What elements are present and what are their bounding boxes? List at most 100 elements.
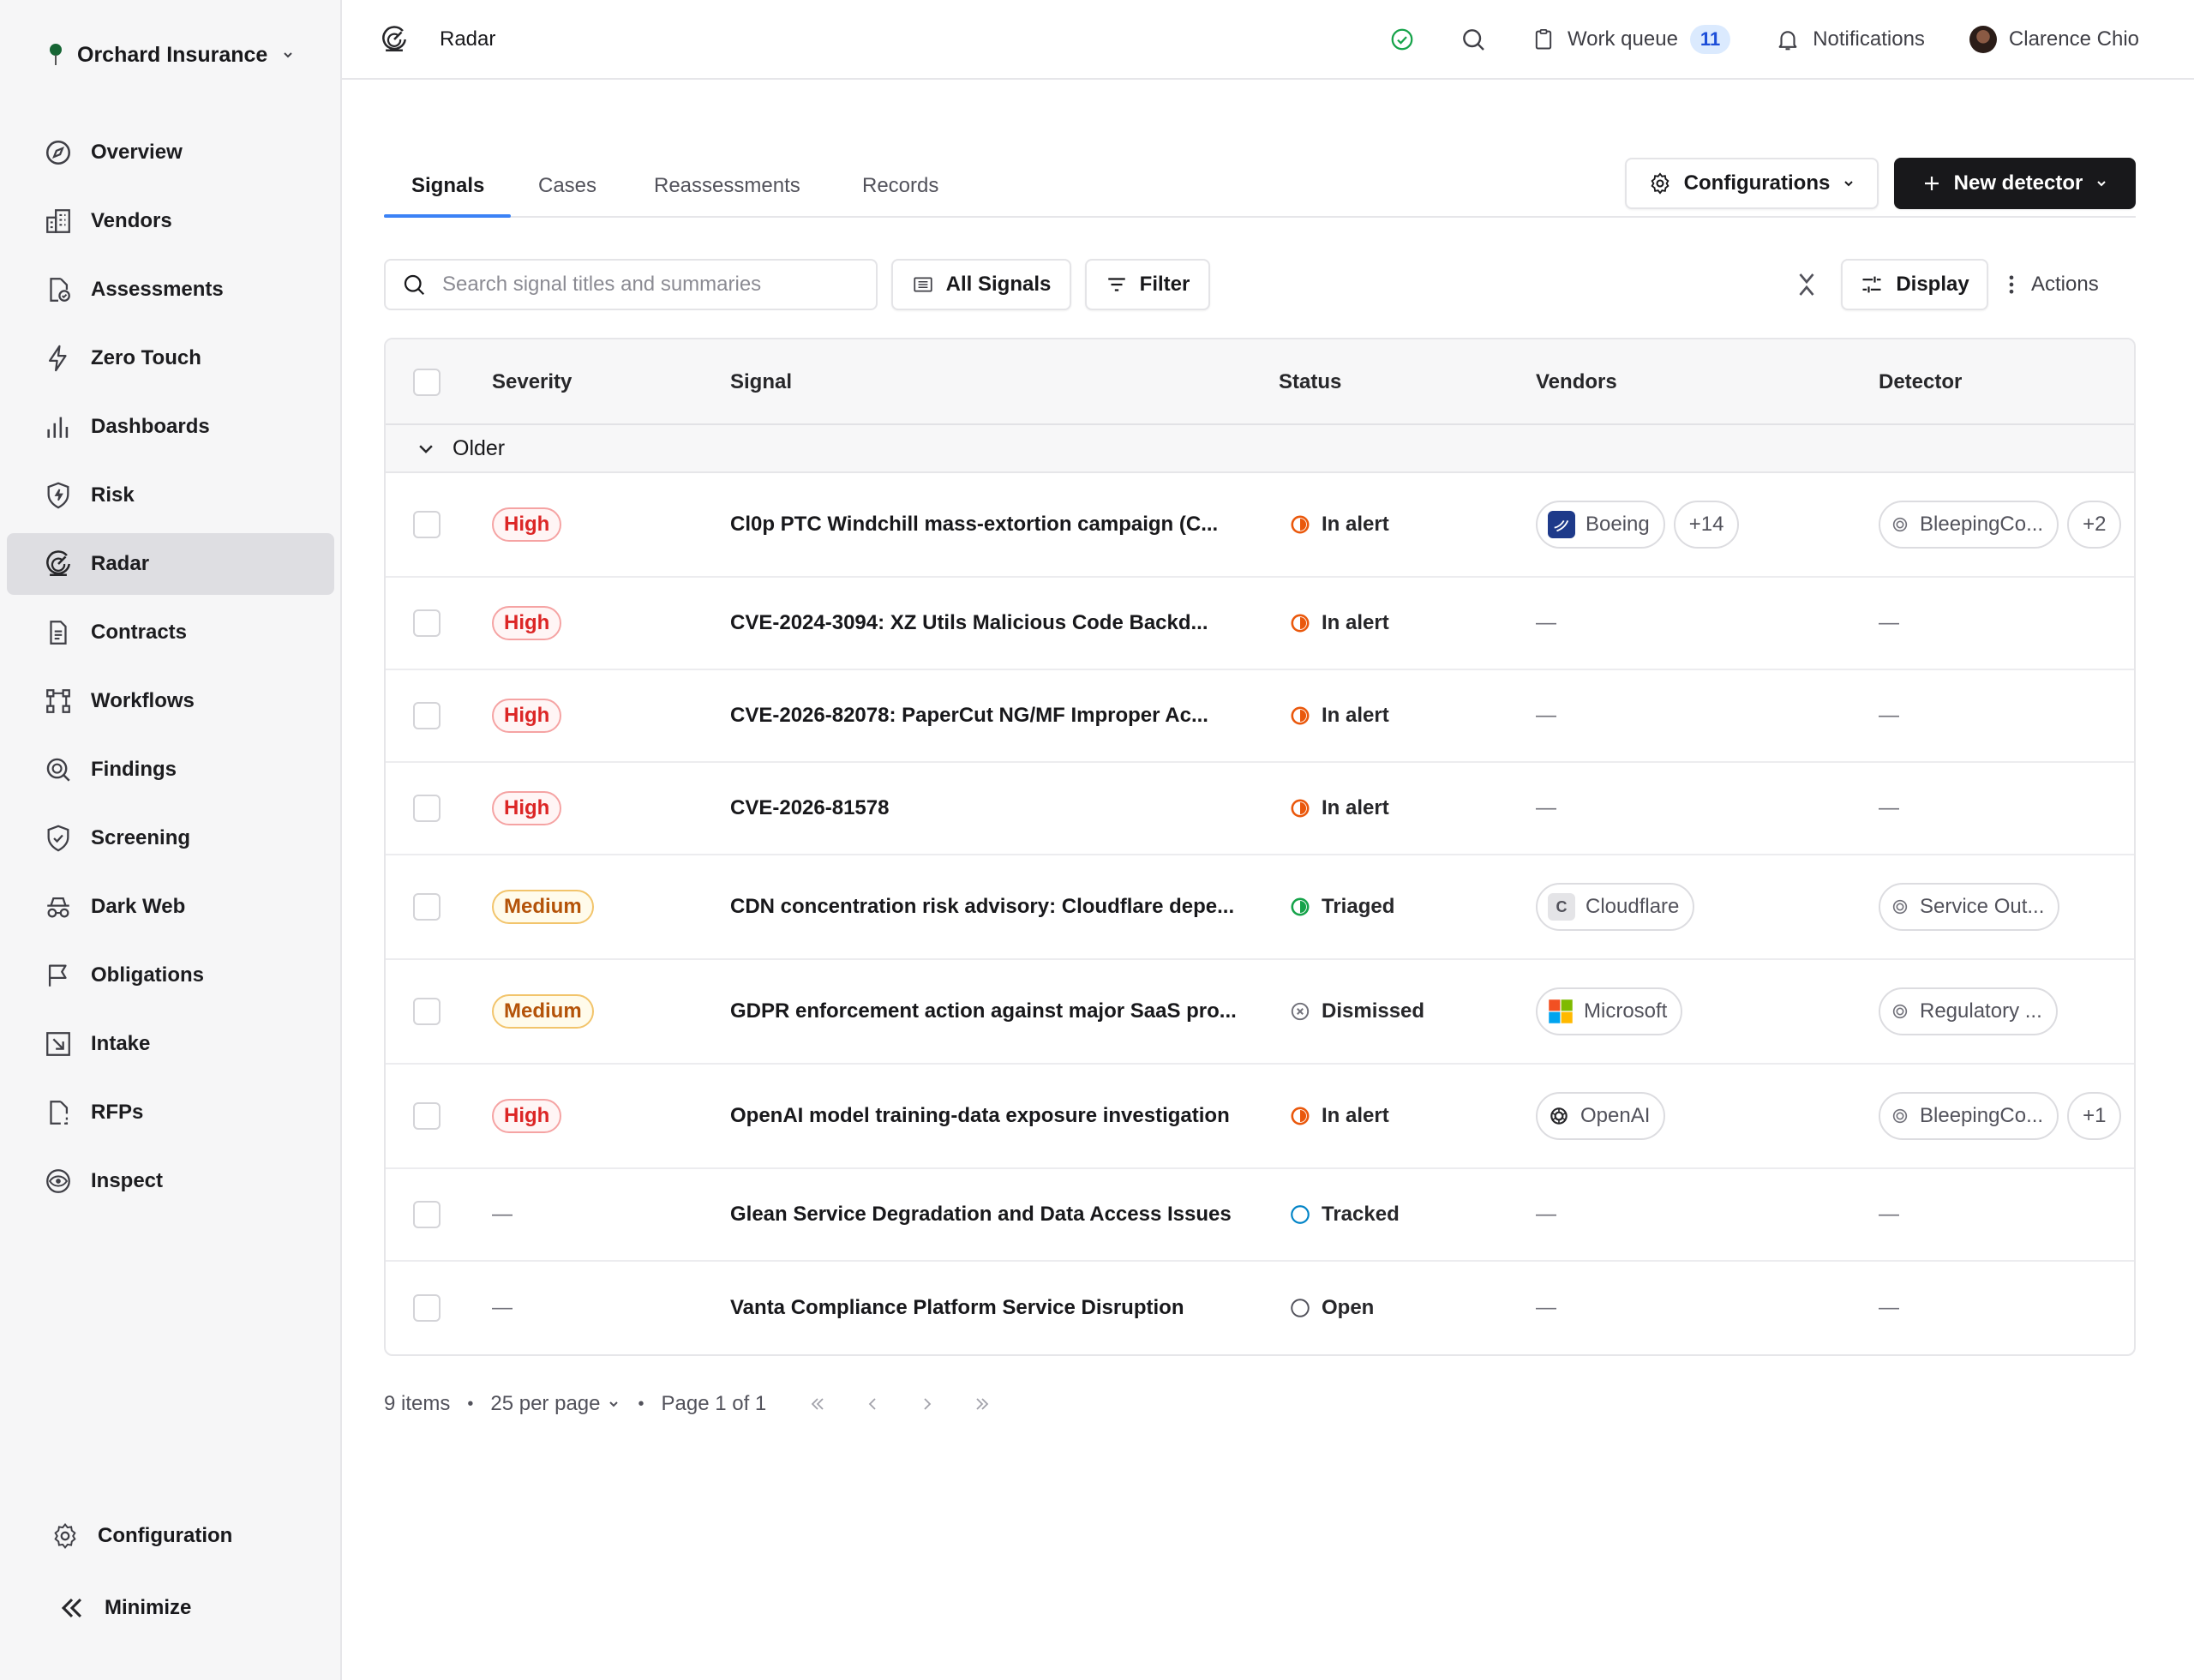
- column-header-detector[interactable]: Detector: [1879, 339, 1962, 425]
- row-checkbox[interactable]: [413, 1102, 441, 1130]
- sidebar-item-dark-web[interactable]: Dark Web: [7, 876, 334, 938]
- column-header-vendors[interactable]: Vendors: [1536, 339, 1617, 425]
- severity-badge: Medium: [492, 890, 594, 924]
- table-row[interactable]: Medium CDN concentration risk advisory: …: [386, 855, 2134, 960]
- vendor-chip-boeing[interactable]: Boeing: [1536, 501, 1665, 549]
- work-queue-count-badge: 11: [1689, 25, 1731, 54]
- status-label: In alert: [1322, 796, 1389, 819]
- table-row[interactable]: — Vanta Compliance Platform Service Disr…: [386, 1262, 2134, 1354]
- all-signals-button[interactable]: All Signals: [891, 259, 1071, 310]
- actions-button[interactable]: Actions: [2007, 259, 2099, 310]
- row-checkbox[interactable]: [413, 702, 441, 729]
- tab-records[interactable]: Records: [862, 154, 938, 218]
- sidebar-item-dashboards[interactable]: Dashboards: [7, 396, 334, 458]
- sidebar-configuration[interactable]: Configuration: [7, 1505, 334, 1567]
- detector-more-chip[interactable]: +1: [2067, 1092, 2122, 1140]
- row-checkbox[interactable]: [413, 609, 441, 637]
- signal-title[interactable]: CDN concentration risk advisory: Cloudfl…: [730, 895, 1234, 919]
- collapse-icon[interactable]: [1791, 269, 1822, 300]
- org-switcher[interactable]: Orchard Insurance: [48, 38, 295, 72]
- configuration-label: Configuration: [98, 1524, 233, 1547]
- table-row[interactable]: High Cl0p PTC Windchill mass-extortion c…: [386, 473, 2134, 578]
- notifications-button[interactable]: Notifications: [1775, 27, 1925, 52]
- actions-label: Actions: [2031, 273, 2099, 296]
- signal-title[interactable]: GDPR enforcement action against major Sa…: [730, 999, 1237, 1023]
- sidebar-item-obligations[interactable]: Obligations: [7, 945, 334, 1006]
- vendor-chip-microsoft[interactable]: Microsoft: [1536, 987, 1683, 1035]
- display-button[interactable]: Display: [1841, 259, 1988, 310]
- filter-label: Filter: [1139, 273, 1190, 296]
- sidebar-item-findings[interactable]: Findings: [7, 739, 334, 801]
- work-queue-button[interactable]: Work queue 11: [1532, 25, 1731, 54]
- vendor-chip-openai[interactable]: OpenAI: [1536, 1092, 1666, 1140]
- sidebar-item-rfps[interactable]: RFPs: [7, 1082, 334, 1143]
- tab-reassessments[interactable]: Reassessments: [654, 154, 800, 218]
- table-row[interactable]: Medium GDPR enforcement action against m…: [386, 960, 2134, 1065]
- table-row[interactable]: High CVE-2026-82078: PaperCut NG/MF Impr…: [386, 670, 2134, 763]
- new-detector-button[interactable]: New detector: [1894, 158, 2136, 209]
- sidebar-minimize[interactable]: Minimize: [7, 1577, 334, 1639]
- avatar: [1969, 26, 1997, 53]
- sidebar-item-screening[interactable]: Screening: [7, 807, 334, 869]
- sidebar-item-radar[interactable]: Radar: [7, 533, 334, 595]
- search-icon[interactable]: [1460, 26, 1487, 53]
- sidebar-item-zero-touch[interactable]: Zero Touch: [7, 327, 334, 389]
- sidebar-item-label: Assessments: [91, 278, 224, 301]
- vendor-chip-cloudflare[interactable]: C Cloudflare: [1536, 883, 1695, 931]
- column-header-severity[interactable]: Severity: [492, 339, 572, 425]
- signal-title[interactable]: CVE-2026-81578: [730, 796, 889, 820]
- sidebar-item-label: Screening: [91, 826, 191, 849]
- user-menu[interactable]: Clarence Chio: [1969, 26, 2139, 53]
- sidebar-item-label: Inspect: [91, 1169, 164, 1192]
- detector-chip[interactable]: BleepingCo...: [1879, 501, 2059, 549]
- row-checkbox[interactable]: [413, 1294, 441, 1322]
- last-page-icon[interactable]: [965, 1387, 999, 1421]
- signal-title[interactable]: Glean Service Degradation and Data Acces…: [730, 1203, 1232, 1227]
- detector-chip[interactable]: Regulatory ...: [1879, 987, 2058, 1035]
- detector-name: Regulatory ...: [1920, 999, 2042, 1023]
- select-all-checkbox[interactable]: [413, 369, 441, 396]
- group-header-older[interactable]: Older: [386, 425, 2134, 473]
- table-row[interactable]: High CVE-2024-3094: XZ Utils Malicious C…: [386, 578, 2134, 670]
- previous-page-icon[interactable]: [855, 1387, 890, 1421]
- first-page-icon[interactable]: [800, 1387, 835, 1421]
- signal-title[interactable]: Vanta Compliance Platform Service Disrup…: [730, 1296, 1184, 1320]
- sidebar-item-workflows[interactable]: Workflows: [7, 670, 334, 732]
- tab-signals[interactable]: Signals: [411, 154, 484, 218]
- configurations-button[interactable]: Configurations: [1625, 158, 1879, 209]
- row-checkbox[interactable]: [413, 998, 441, 1025]
- row-checkbox[interactable]: [413, 893, 441, 921]
- signal-title[interactable]: CVE-2026-82078: PaperCut NG/MF Improper …: [730, 704, 1208, 728]
- sidebar-item-inspect[interactable]: Inspect: [7, 1150, 334, 1212]
- sidebar-item-contracts[interactable]: Contracts: [7, 602, 334, 663]
- sidebar-item-intake[interactable]: Intake: [7, 1013, 334, 1075]
- vendor-name: OpenAI: [1580, 1104, 1651, 1127]
- plus-icon: [1924, 177, 1939, 190]
- detector-chip[interactable]: Service Out...: [1879, 883, 2060, 931]
- vendor-more-chip[interactable]: +14: [1673, 501, 1740, 549]
- tab-cases[interactable]: Cases: [538, 154, 596, 218]
- filter-button[interactable]: Filter: [1085, 259, 1210, 310]
- row-checkbox[interactable]: [413, 795, 441, 822]
- next-page-icon[interactable]: [910, 1387, 944, 1421]
- search-input[interactable]: Search signal titles and summaries: [384, 259, 878, 310]
- sidebar-item-risk[interactable]: Risk: [7, 465, 334, 526]
- table-row[interactable]: High CVE-2026-81578 In alert — —: [386, 763, 2134, 855]
- sidebar-item-vendors[interactable]: Vendors: [7, 190, 334, 252]
- per-page-select[interactable]: 25 per page: [490, 1392, 620, 1416]
- status-ok-icon[interactable]: [1389, 27, 1415, 52]
- detector-more-chip[interactable]: +2: [2067, 501, 2122, 549]
- sidebar-item-overview[interactable]: Overview: [7, 122, 334, 183]
- column-header-status[interactable]: Status: [1279, 339, 1341, 425]
- sidebar-item-assessments[interactable]: Assessments: [7, 259, 334, 321]
- row-checkbox[interactable]: [413, 511, 441, 538]
- signal-title[interactable]: Cl0p PTC Windchill mass-extortion campai…: [730, 513, 1218, 537]
- row-checkbox[interactable]: [413, 1201, 441, 1228]
- detector-chip[interactable]: BleepingCo...: [1879, 1092, 2059, 1140]
- table-row[interactable]: — Glean Service Degradation and Data Acc…: [386, 1169, 2134, 1262]
- table-row[interactable]: High OpenAI model training-data exposure…: [386, 1065, 2134, 1169]
- signal-title[interactable]: OpenAI model training-data exposure inve…: [730, 1104, 1230, 1128]
- column-header-signal[interactable]: Signal: [730, 339, 792, 425]
- signal-title[interactable]: CVE-2024-3094: XZ Utils Malicious Code B…: [730, 611, 1208, 635]
- tab-label: Cases: [538, 174, 597, 197]
